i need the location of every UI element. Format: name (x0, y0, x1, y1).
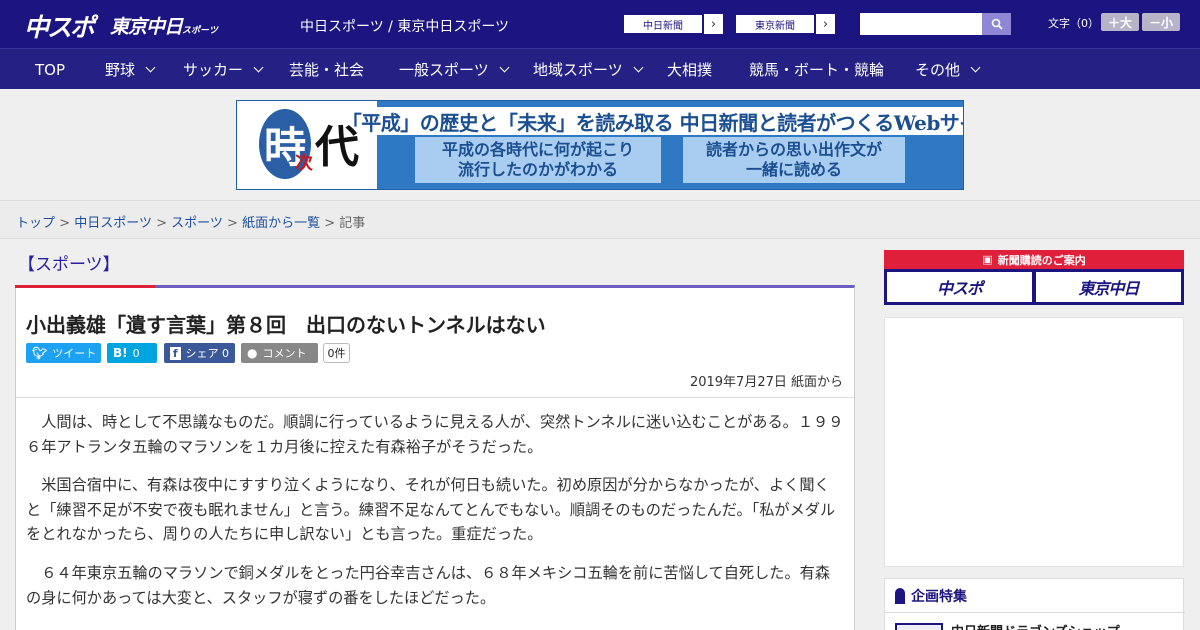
tokyo-chunichi-logo[interactable]: 東京中日スポーツ (110, 12, 218, 39)
feature-box: 企画特集 中日新聞ドラゴンズショップ (884, 578, 1185, 630)
chunichi-shimbun-label: 中日新聞 (623, 14, 703, 34)
newspaper-icon: ▣ (982, 253, 993, 266)
chevron-right-icon: › (703, 14, 723, 34)
nav-label: 芸能・社会 (289, 61, 365, 79)
article-paragraph: 米国合宿中に、有森は夜中にすすり泣くようになり、それが何日も続いた。初め原因が分… (26, 476, 836, 543)
breadcrumb-bar: トップ > 中日スポーツ > スポーツ > 紙面から一覧 > 記事 (0, 200, 1200, 239)
font-increase-button[interactable]: ＋大 (1101, 13, 1139, 31)
nav-item-local-sports[interactable]: 地域スポーツ (533, 49, 644, 90)
nav-item-other[interactable]: その他 (915, 49, 981, 90)
subscribe-chuspo-button[interactable]: 中スポ (887, 272, 1032, 302)
comment-count: 0件 (323, 343, 350, 363)
breadcrumb-current: 記事 (339, 216, 366, 231)
sidebar-ad-slot (884, 317, 1184, 567)
nav-label: その他 (915, 61, 961, 79)
site-header: 中スポ 東京中日スポーツ 中日スポーツ / 東京中日スポーツ 中日新聞 › 東京… (0, 0, 1200, 48)
chevron-down-icon (253, 62, 264, 73)
category-label: 【スポーツ】 (18, 255, 120, 275)
nav-label: 地域スポーツ (533, 61, 623, 79)
search-input[interactable] (860, 13, 982, 35)
chevron-down-icon (499, 62, 510, 73)
banner-box-2-line-2: 一緒に読める (745, 160, 842, 179)
subscription-label: 新聞購読のご案内 (997, 253, 1086, 267)
font-decrease-button[interactable]: －小 (1142, 13, 1180, 31)
facebook-share-button[interactable]: f シェア 0 (164, 343, 235, 363)
chunichi-shimbun-link[interactable]: 中日新聞 › (622, 13, 724, 35)
hatena-icon: B! (113, 346, 128, 360)
breadcrumb-separator: > (156, 216, 167, 231)
facebook-label: シェア (185, 347, 219, 360)
nav-label: 大相撲 (667, 61, 713, 79)
nav-item-sumo[interactable]: 大相撲 (667, 49, 712, 90)
nav-item-top[interactable]: TOP (35, 49, 65, 90)
nav-item-baseball[interactable]: 野球 (105, 49, 156, 90)
search-icon (991, 18, 1003, 30)
speech-bubble-icon: ● (247, 346, 258, 360)
hatena-button[interactable]: B! 0 (107, 343, 157, 363)
chevron-down-icon (145, 62, 156, 73)
article-headline: 小出義雄「遺す言葉」第８回 出口のないトンネルはない (26, 313, 546, 337)
article-divider (16, 397, 854, 398)
article-date: 2019年7月27日 紙面から (689, 375, 843, 390)
article-paragraph: ６４年東京五輪のマラソンで銅メダルをとった円谷幸吉さんは、６８年メキシコ五輪を前… (26, 564, 831, 607)
breadcrumb-chunichi-sports[interactable]: 中日スポーツ (74, 216, 152, 231)
comment-button[interactable]: ● コメント (241, 343, 318, 363)
banner-logo-tsugi: 次 (295, 153, 313, 174)
ribbon-icon (895, 587, 905, 604)
feature-item-link[interactable]: 中日新聞ドラゴンズショップ (951, 621, 1120, 630)
facebook-count: 0 (222, 346, 229, 360)
nav-label: 競馬・ボート・競輪 (749, 61, 885, 79)
article-paragraph: 人間は、時として不思議なものだ。順調に行っているように見える人が、突然トンネルに… (26, 413, 844, 456)
nav-item-soccer[interactable]: サッカー (183, 49, 264, 90)
breadcrumb-sports[interactable]: スポーツ (171, 216, 223, 231)
chevron-down-icon (970, 62, 981, 73)
chevron-right-icon: › (815, 14, 835, 34)
nav-item-keiba[interactable]: 競馬・ボート・競輪 (749, 49, 884, 90)
tokyo-logo-small: スポーツ (182, 26, 218, 36)
breadcrumb-top[interactable]: トップ (16, 216, 55, 231)
breadcrumb-separator: > (227, 216, 238, 231)
jidai-banner[interactable]: 時 代 次 「平成」の歴史と「未来」を読み取る 中日新聞と読者がつくるWebサイ… (236, 100, 964, 190)
site-names: 中日スポーツ / 東京中日スポーツ (300, 19, 510, 35)
hatena-count: 0 (132, 346, 140, 360)
breadcrumb-separator: > (59, 216, 71, 231)
chevron-down-icon (633, 62, 644, 73)
facebook-icon: f (170, 346, 181, 360)
main-nav: TOP 野球 サッカー 芸能・社会 一般スポーツ 地域スポーツ 大相撲 競馬・ボ… (0, 48, 1200, 89)
subscription-box: ▣ 新聞購読のご案内 中スポ 東京中日 (884, 250, 1184, 305)
chuspo-logo[interactable]: 中スポ (24, 8, 95, 44)
banner-box-2: 読者からの思い出作文が 一緒に読める (683, 137, 905, 183)
nav-item-entertainment[interactable]: 芸能・社会 (289, 49, 364, 90)
subscribe-tokyo-button[interactable]: 東京中日 (1036, 272, 1181, 302)
tokyo-logo-text: 東京中日 (110, 16, 183, 38)
twitter-icon: 🐦︎ (32, 346, 48, 360)
banner-title: 「平成」の歴史と「未来」を読み取る 中日新聞と読者がつくるWebサイト (342, 107, 963, 135)
tokyo-shimbun-link[interactable]: 東京新聞 › (734, 13, 836, 35)
comment-label: コメント (262, 347, 307, 360)
nav-item-general-sports[interactable]: 一般スポーツ (399, 49, 510, 90)
breadcrumb: トップ > 中日スポーツ > スポーツ > 紙面から一覧 > 記事 (16, 212, 365, 231)
nav-label: 一般スポーツ (399, 61, 489, 79)
banner-box-1-line-2: 流行したのかがわかる (457, 160, 618, 179)
feature-item-thumbnail[interactable] (895, 623, 943, 630)
article-accent-bar (15, 285, 155, 288)
nav-label: 野球 (105, 61, 136, 79)
feature-header: 企画特集 (885, 579, 1185, 613)
banner-box-1: 平成の各時代に何が起こり 流行したのかがわかる (415, 137, 661, 183)
font-size-label: 文字（0） (1048, 17, 1099, 30)
feature-title: 企画特集 (911, 588, 967, 605)
nav-label: TOP (35, 60, 66, 79)
breadcrumb-shimen-list[interactable]: 紙面から一覧 (242, 216, 320, 231)
search-button[interactable] (982, 13, 1011, 35)
tweet-label: ツイート (52, 347, 97, 360)
subscription-header[interactable]: ▣ 新聞購読のご案内 (884, 250, 1184, 269)
banner-box-2-line-1: 読者からの思い出作文が (705, 140, 882, 159)
nav-label: サッカー (183, 61, 244, 79)
tweet-button[interactable]: 🐦︎ ツイート (26, 343, 101, 363)
breadcrumb-separator: > (324, 216, 336, 231)
banner-box-1-line-1: 平成の各時代に何が起こり (441, 140, 634, 159)
tokyo-shimbun-label: 東京新聞 (735, 14, 815, 34)
